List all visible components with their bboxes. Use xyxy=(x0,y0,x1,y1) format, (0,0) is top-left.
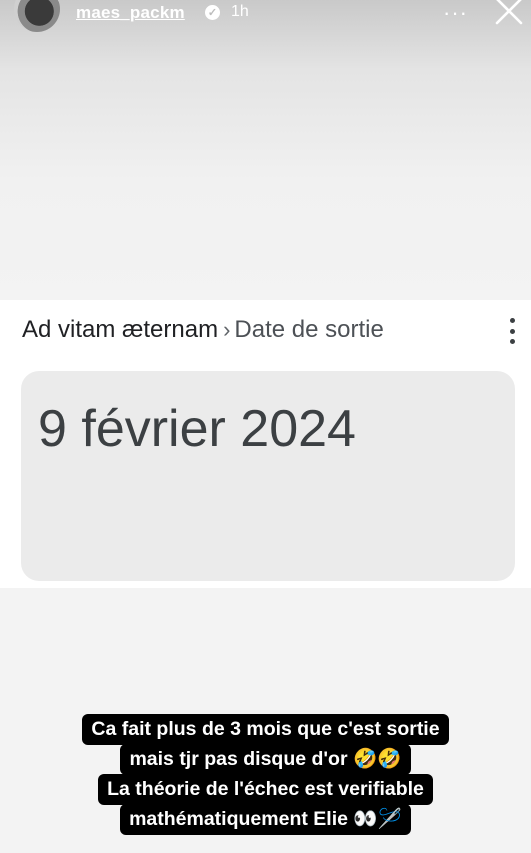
release-date: 9 février 2024 xyxy=(38,400,356,458)
breadcrumb: Ad vitam æternam › Date de sortie xyxy=(22,316,384,344)
breadcrumb-parent[interactable]: Ad vitam æternam xyxy=(22,316,218,343)
breadcrumb-current: Date de sortie xyxy=(234,316,384,343)
caption-line: La théorie de l'échec est verifiable xyxy=(98,774,433,805)
kebab-menu-icon[interactable] xyxy=(504,318,520,344)
username[interactable]: maes_packm xyxy=(76,3,185,23)
caption-line: mathématiquement Elie 👀🪡 xyxy=(120,804,411,835)
story-caption: Ca fait plus de 3 mois que c'est sortie … xyxy=(0,714,531,835)
more-options-icon[interactable]: ··· xyxy=(443,0,468,26)
caption-line: Ca fait plus de 3 mois que c'est sortie xyxy=(82,714,449,745)
verified-badge-icon: ✓ xyxy=(205,5,220,20)
avatar[interactable] xyxy=(14,0,60,32)
caption-line: mais tjr pas disque d'or 🤣🤣 xyxy=(120,744,411,775)
answer-box: 9 février 2024 xyxy=(21,371,515,581)
close-icon[interactable] xyxy=(492,0,526,28)
breadcrumb-separator: › xyxy=(223,317,231,342)
story-timestamp: 1h xyxy=(231,3,249,20)
story-header: maes_packm ✓ 1h ··· xyxy=(0,0,531,40)
search-result-card: Ad vitam æternam › Date de sortie 9 févrie… xyxy=(0,300,531,588)
